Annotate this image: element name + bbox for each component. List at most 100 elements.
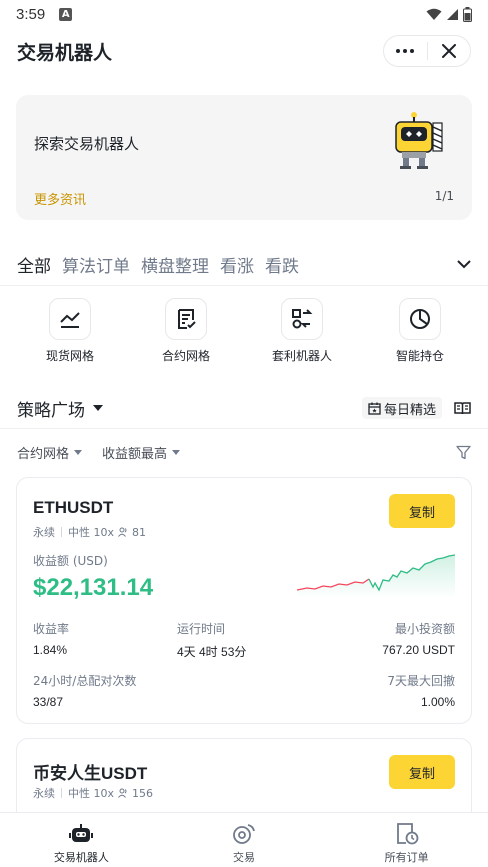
nav-trade[interactable]: 交易 xyxy=(163,813,326,867)
users-icon xyxy=(118,788,127,798)
quick-actions: 现货网格 合约网格 套利机器人 智能持仓 xyxy=(0,298,488,368)
stat-roi: 收益率 1.84% xyxy=(33,620,69,657)
nav-all-orders[interactable]: 所有订单 xyxy=(325,813,488,867)
user-count: 81 xyxy=(132,525,147,539)
nav-label: 交易 xyxy=(233,851,255,864)
tag-mode-leverage: 中性 10x xyxy=(68,787,115,800)
stat-value: 33/87 xyxy=(33,695,64,709)
category-tabs: 全部 算法订单 横盘整理 看涨 看跌 xyxy=(17,250,471,278)
strategy-plaza-header: 策略广场 每日精选 xyxy=(17,395,471,421)
strategy-card[interactable]: ETHUSDT 永续 中性 10x 81 复制 收益额 (USD) $22,13… xyxy=(16,477,472,724)
tag-separator xyxy=(61,527,62,537)
copy-button[interactable]: 复制 xyxy=(389,755,455,789)
plaza-title[interactable]: 策略广场 xyxy=(17,396,85,421)
promo-banner[interactable]: 探索交易机器人 更多资讯 1/1 xyxy=(16,95,472,220)
copy-button[interactable]: 复制 xyxy=(389,494,455,528)
status-icons xyxy=(426,6,472,22)
dropdown-arrow-icon xyxy=(74,449,83,455)
stat-label: 最小投资额 xyxy=(394,622,455,636)
notification-a-icon: A xyxy=(59,7,73,21)
stat-value: 1.84% xyxy=(33,643,68,657)
filter-funnel-icon[interactable] xyxy=(456,445,471,460)
stat-matches: 24小时/总配对次数 33/87 xyxy=(33,672,136,709)
tag-perpetual: 永续 xyxy=(33,787,55,800)
tab-all[interactable]: 全部 xyxy=(17,252,51,277)
banner-pager: 1/1 xyxy=(434,189,454,203)
tab-sideways[interactable]: 横盘整理 xyxy=(141,252,209,277)
filter-bar: 合约网格 收益额最高 xyxy=(17,442,471,462)
battery-icon xyxy=(463,6,472,22)
contract-doc-icon xyxy=(165,298,207,340)
quick-smart-rebalance[interactable]: 智能持仓 xyxy=(370,298,470,364)
stat-label: 运行时间 xyxy=(177,622,226,636)
daily-picks-label: 每日精选 xyxy=(383,402,436,418)
trade-icon xyxy=(233,824,255,844)
users-icon xyxy=(118,527,127,537)
tab-bullish[interactable]: 看涨 xyxy=(220,252,254,277)
stat-value: 767.20 USDT xyxy=(382,643,455,657)
pnl-value: $22,131.14 xyxy=(33,574,154,601)
calendar-icon xyxy=(368,402,381,415)
more-icon xyxy=(396,49,415,53)
quick-label: 现货网格 xyxy=(45,349,94,363)
quick-futures-grid[interactable]: 合约网格 xyxy=(136,298,236,364)
stat-runtime: 运行时间 4天 4时 53分 xyxy=(177,620,246,660)
stat-value: 1.00% xyxy=(420,695,455,709)
stat-min-investment: 最小投资额 767.20 USDT xyxy=(382,620,455,657)
banner-more-link[interactable]: 更多资讯 xyxy=(34,189,86,208)
banner-title: 探索交易机器人 xyxy=(34,135,140,153)
type-filter-label: 合约网格 xyxy=(17,446,70,462)
user-count: 156 xyxy=(132,786,154,800)
bottom-navigation: 交易机器人 交易 所有订单 xyxy=(0,812,488,867)
arbitrage-icon xyxy=(281,298,323,340)
quick-label: 智能持仓 xyxy=(395,349,444,363)
close-button[interactable] xyxy=(428,36,471,66)
status-bar: 3:59 A xyxy=(0,0,488,28)
divider xyxy=(0,428,488,429)
tab-bearish[interactable]: 看跌 xyxy=(265,252,299,277)
quick-label: 套利机器人 xyxy=(271,349,332,363)
stat-value: 4天 4时 53分 xyxy=(177,645,247,659)
orders-icon xyxy=(396,823,419,845)
status-time: 3:59 xyxy=(16,5,46,23)
robot-icon xyxy=(69,824,94,842)
wifi-icon xyxy=(426,8,442,20)
strategy-tags: 永续 中性 10x 156 xyxy=(33,785,153,801)
stat-label: 收益率 xyxy=(33,622,70,636)
tag-perpetual: 永续 xyxy=(33,526,55,539)
caret-down-icon[interactable] xyxy=(93,405,103,411)
dropdown-arrow-icon xyxy=(172,449,181,455)
page-title: 交易机器人 xyxy=(17,41,113,64)
chevron-down-icon[interactable] xyxy=(457,259,471,269)
strategy-symbol: 币安人生USDT xyxy=(33,764,148,783)
daily-picks-button[interactable]: 每日精选 xyxy=(361,397,442,419)
close-icon xyxy=(441,44,456,58)
pnl-label: 收益额 (USD) xyxy=(33,554,108,568)
quick-label: 合约网格 xyxy=(161,349,210,363)
strategy-tags: 永续 中性 10x 81 xyxy=(33,524,146,540)
sort-filter-dropdown[interactable]: 收益额最高 xyxy=(102,443,181,462)
more-button[interactable] xyxy=(384,36,427,66)
book-icon[interactable] xyxy=(454,401,471,415)
strategy-symbol: ETHUSDT xyxy=(33,498,114,517)
stat-label: 7天最大回撤 xyxy=(387,674,455,688)
nav-label: 所有订单 xyxy=(384,851,429,864)
pie-icon xyxy=(399,298,441,340)
quick-spot-grid[interactable]: 现货网格 xyxy=(20,298,120,364)
grid-chart-icon xyxy=(49,298,91,340)
app-header: 交易机器人 xyxy=(0,28,488,74)
nav-label: 交易机器人 xyxy=(53,851,109,864)
tab-algo-orders[interactable]: 算法订单 xyxy=(62,252,130,277)
tag-separator xyxy=(61,788,62,798)
stat-max-drawdown: 7天最大回撤 1.00% xyxy=(387,672,455,709)
signal-icon xyxy=(447,8,458,20)
type-filter-dropdown[interactable]: 合约网格 xyxy=(17,443,83,462)
nav-trading-bots[interactable]: 交易机器人 xyxy=(0,813,163,867)
quick-arbitrage-bot[interactable]: 套利机器人 xyxy=(252,298,352,364)
mini-program-capsule xyxy=(383,35,471,67)
divider xyxy=(0,285,488,286)
sort-filter-label: 收益额最高 xyxy=(102,446,168,462)
stat-label: 24小时/总配对次数 xyxy=(33,674,137,688)
robot-illustration-icon xyxy=(395,112,443,169)
tag-mode-leverage: 中性 10x xyxy=(68,526,115,539)
